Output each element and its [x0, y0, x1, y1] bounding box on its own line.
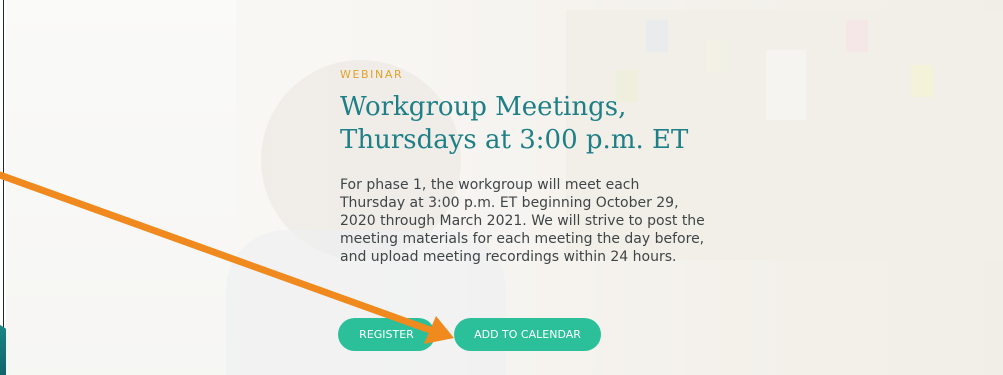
- page-title: Workgroup Meetings, Thursdays at 3:00 p.…: [340, 91, 740, 157]
- add-to-calendar-button[interactable]: ADD TO CALENDAR: [454, 318, 601, 351]
- description-line: Thursday at 3:00 p.m. ET beginning Octob…: [340, 195, 679, 211]
- description-line: and upload meeting recordings within 24 …: [340, 249, 677, 265]
- register-button[interactable]: REGISTER: [338, 318, 435, 351]
- title-line: Workgroup Meetings,: [340, 92, 627, 122]
- description: For phase 1, the workgroup will meet eac…: [340, 176, 740, 266]
- eyebrow-label: WEBINAR: [340, 68, 404, 81]
- description-line: For phase 1, the workgroup will meet eac…: [340, 177, 640, 193]
- description-line: 2020 through March 2021. We will strive …: [340, 213, 705, 229]
- title-line: Thursdays at 3:00 p.m. ET: [340, 125, 689, 155]
- hero-content: WEBINAR Workgroup Meetings, Thursdays at…: [340, 64, 740, 266]
- divider: [3, 0, 4, 375]
- description-line: meeting materials for each meeting the d…: [340, 231, 705, 247]
